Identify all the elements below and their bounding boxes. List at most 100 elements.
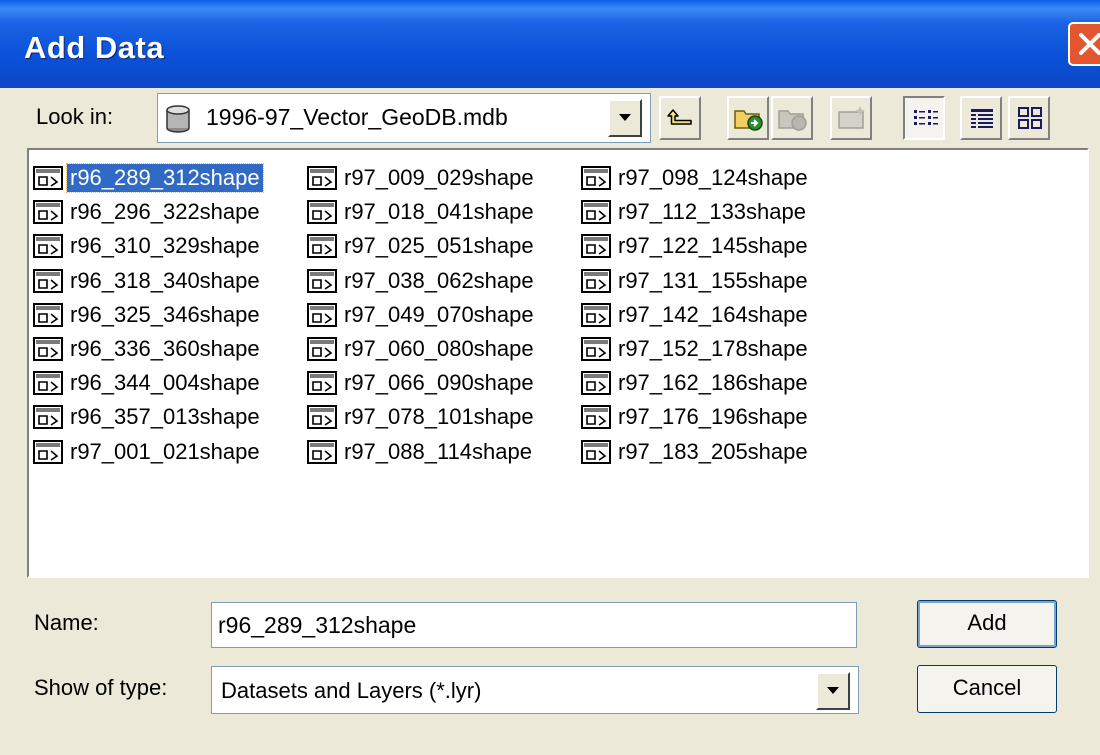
file-list-item[interactable]: r96_289_312shape <box>33 161 264 195</box>
database-icon <box>166 105 190 133</box>
file-list-item[interactable]: r96_310_329shape <box>33 229 263 263</box>
file-list-item[interactable]: r97_060_080shape <box>307 332 537 366</box>
file-list[interactable]: r96_289_312shape r96_296_322shape r96_310_… <box>27 148 1089 578</box>
file-list-item[interactable]: r96_296_322shape <box>33 195 263 229</box>
feature-class-icon <box>307 302 337 327</box>
feature-class-icon <box>307 337 337 361</box>
file-list-item-label: r97_112_133shape <box>618 199 806 225</box>
add-button[interactable]: Add <box>917 600 1057 648</box>
file-list-item-label: r97_152_178shape <box>618 336 808 361</box>
up-one-level-icon <box>667 109 692 125</box>
file-list-item[interactable]: r96_336_360shape <box>33 332 263 366</box>
close-button[interactable] <box>1068 22 1100 66</box>
show-of-type-label: Show of type: <box>34 675 168 700</box>
feature-class-icon <box>581 166 611 190</box>
feature-class-icon <box>33 371 63 396</box>
file-list-item[interactable]: r97_078_101shape <box>307 400 537 434</box>
feature-class-icon <box>33 405 63 430</box>
file-list-item-label: r97_088_114shape <box>344 438 532 464</box>
chevron-down-icon <box>827 687 839 694</box>
feature-class-icon <box>307 200 337 225</box>
close-icon <box>1079 33 1100 55</box>
feature-class-icon <box>581 200 611 225</box>
feature-class-icon <box>307 371 337 396</box>
cancel-button[interactable]: Cancel <box>917 665 1057 713</box>
add-data-dialog: Add Data Look in: 1996-97_Vector_GeoDB.m… <box>0 0 1100 755</box>
title-bar[interactable]: Add Data <box>0 0 1100 88</box>
file-list-item[interactable]: r96_344_004shape <box>33 366 263 400</box>
disconnect-folder-button[interactable] <box>771 96 813 140</box>
new-item-button[interactable] <box>830 96 872 140</box>
feature-class-icon <box>581 405 611 430</box>
chevron-down-icon <box>619 114 631 121</box>
file-list-item[interactable]: r97_183_205shape <box>581 435 811 469</box>
details-view-button[interactable] <box>960 96 1002 140</box>
list-view-button[interactable] <box>903 96 945 140</box>
file-list-item[interactable]: r97_088_114shape <box>307 435 535 469</box>
file-list-item-label: r97_122_145shape <box>618 233 808 259</box>
file-list-item-label: r97_142_164shape <box>618 301 808 327</box>
list-view-icon <box>914 110 938 125</box>
new-item-icon <box>838 106 865 129</box>
file-list-item[interactable]: r97_066_090shape <box>307 366 537 400</box>
file-list-item-label: r96_296_322shape <box>70 199 260 225</box>
file-list-item-label: r96_336_360shape <box>70 336 260 361</box>
feature-class-icon <box>33 439 63 464</box>
file-list-item[interactable]: r96_325_346shape <box>33 298 263 332</box>
file-list-item[interactable]: r97_025_051shape <box>307 229 537 263</box>
file-list-item-label: r97_131_155shape <box>618 267 808 293</box>
feature-class-icon <box>307 268 337 293</box>
file-list-item-label: r96_310_329shape <box>70 233 260 259</box>
file-list-item[interactable]: r97_131_155shape <box>581 264 811 298</box>
file-list-item[interactable]: r97_112_133shape <box>581 195 809 229</box>
file-list-item-label: r96_318_340shape <box>70 267 260 293</box>
file-list-item[interactable]: r97_122_145shape <box>581 229 811 263</box>
file-list-item-label: r97_078_101shape <box>344 404 534 430</box>
file-list-item[interactable]: r97_152_178shape <box>581 332 811 366</box>
look-in-dropdown[interactable]: 1996-97_Vector_GeoDB.mdb <box>157 93 651 143</box>
file-list-item-label: r97_162_186shape <box>618 370 808 396</box>
file-list-item-label: r96_357_013shape <box>70 404 260 430</box>
file-list-item-label: r97_025_051shape <box>344 233 534 259</box>
connect-folder-button[interactable] <box>727 96 769 140</box>
show-of-type-dropdown-button[interactable] <box>816 672 850 710</box>
look-in-dropdown-button[interactable] <box>608 99 642 137</box>
file-list-item[interactable]: r97_049_070shape <box>307 298 537 332</box>
show-of-type-value: Datasets and Layers (*.lyr) <box>221 678 482 703</box>
details-view-icon <box>971 109 993 128</box>
feature-class-icon <box>581 234 611 259</box>
feature-class-icon <box>33 200 63 225</box>
feature-class-icon <box>581 268 611 293</box>
show-of-type-dropdown[interactable]: Datasets and Layers (*.lyr) <box>211 666 859 714</box>
file-list-item-label: r97_049_070shape <box>344 301 534 327</box>
file-list-item[interactable]: r97_142_164shape <box>581 298 811 332</box>
feature-class-icon <box>33 268 63 293</box>
feature-class-icon <box>307 439 337 464</box>
file-list-item-label: r96_325_346shape <box>70 301 260 327</box>
feature-class-icon <box>307 405 337 430</box>
feature-class-icon <box>33 302 63 327</box>
file-list-item[interactable]: r96_318_340shape <box>33 264 263 298</box>
feature-class-icon <box>581 302 611 327</box>
file-list-item[interactable]: r97_176_196shape <box>581 400 811 434</box>
file-list-item[interactable]: r97_009_029shape <box>307 161 537 195</box>
file-list-item[interactable]: r96_357_013shape <box>33 400 263 434</box>
name-input[interactable] <box>211 602 857 648</box>
file-list-item-label: r96_289_312shape <box>66 163 264 193</box>
file-list-item-label: r97_038_062shape <box>344 267 534 293</box>
file-list-item[interactable]: r97_018_041shape <box>307 195 537 229</box>
file-list-item[interactable]: r97_038_062shape <box>307 264 537 298</box>
file-list-item[interactable]: r97_162_186shape <box>581 366 811 400</box>
thumbnails-view-button[interactable] <box>1008 96 1050 140</box>
thumbnails-view-icon <box>1018 107 1042 129</box>
disconnect-folder-icon <box>778 110 807 131</box>
file-list-item[interactable]: r97_001_021shape <box>33 435 263 469</box>
feature-class-icon <box>581 371 611 396</box>
feature-class-icon <box>33 234 63 259</box>
up-one-level-button[interactable] <box>659 96 701 140</box>
file-list-item[interactable]: r97_098_124shape <box>581 161 811 195</box>
feature-class-icon <box>307 166 337 190</box>
file-list-item-label: r97_060_080shape <box>344 336 534 361</box>
feature-class-icon <box>581 439 611 464</box>
look-in-value: 1996-97_Vector_GeoDB.mdb <box>206 104 508 130</box>
